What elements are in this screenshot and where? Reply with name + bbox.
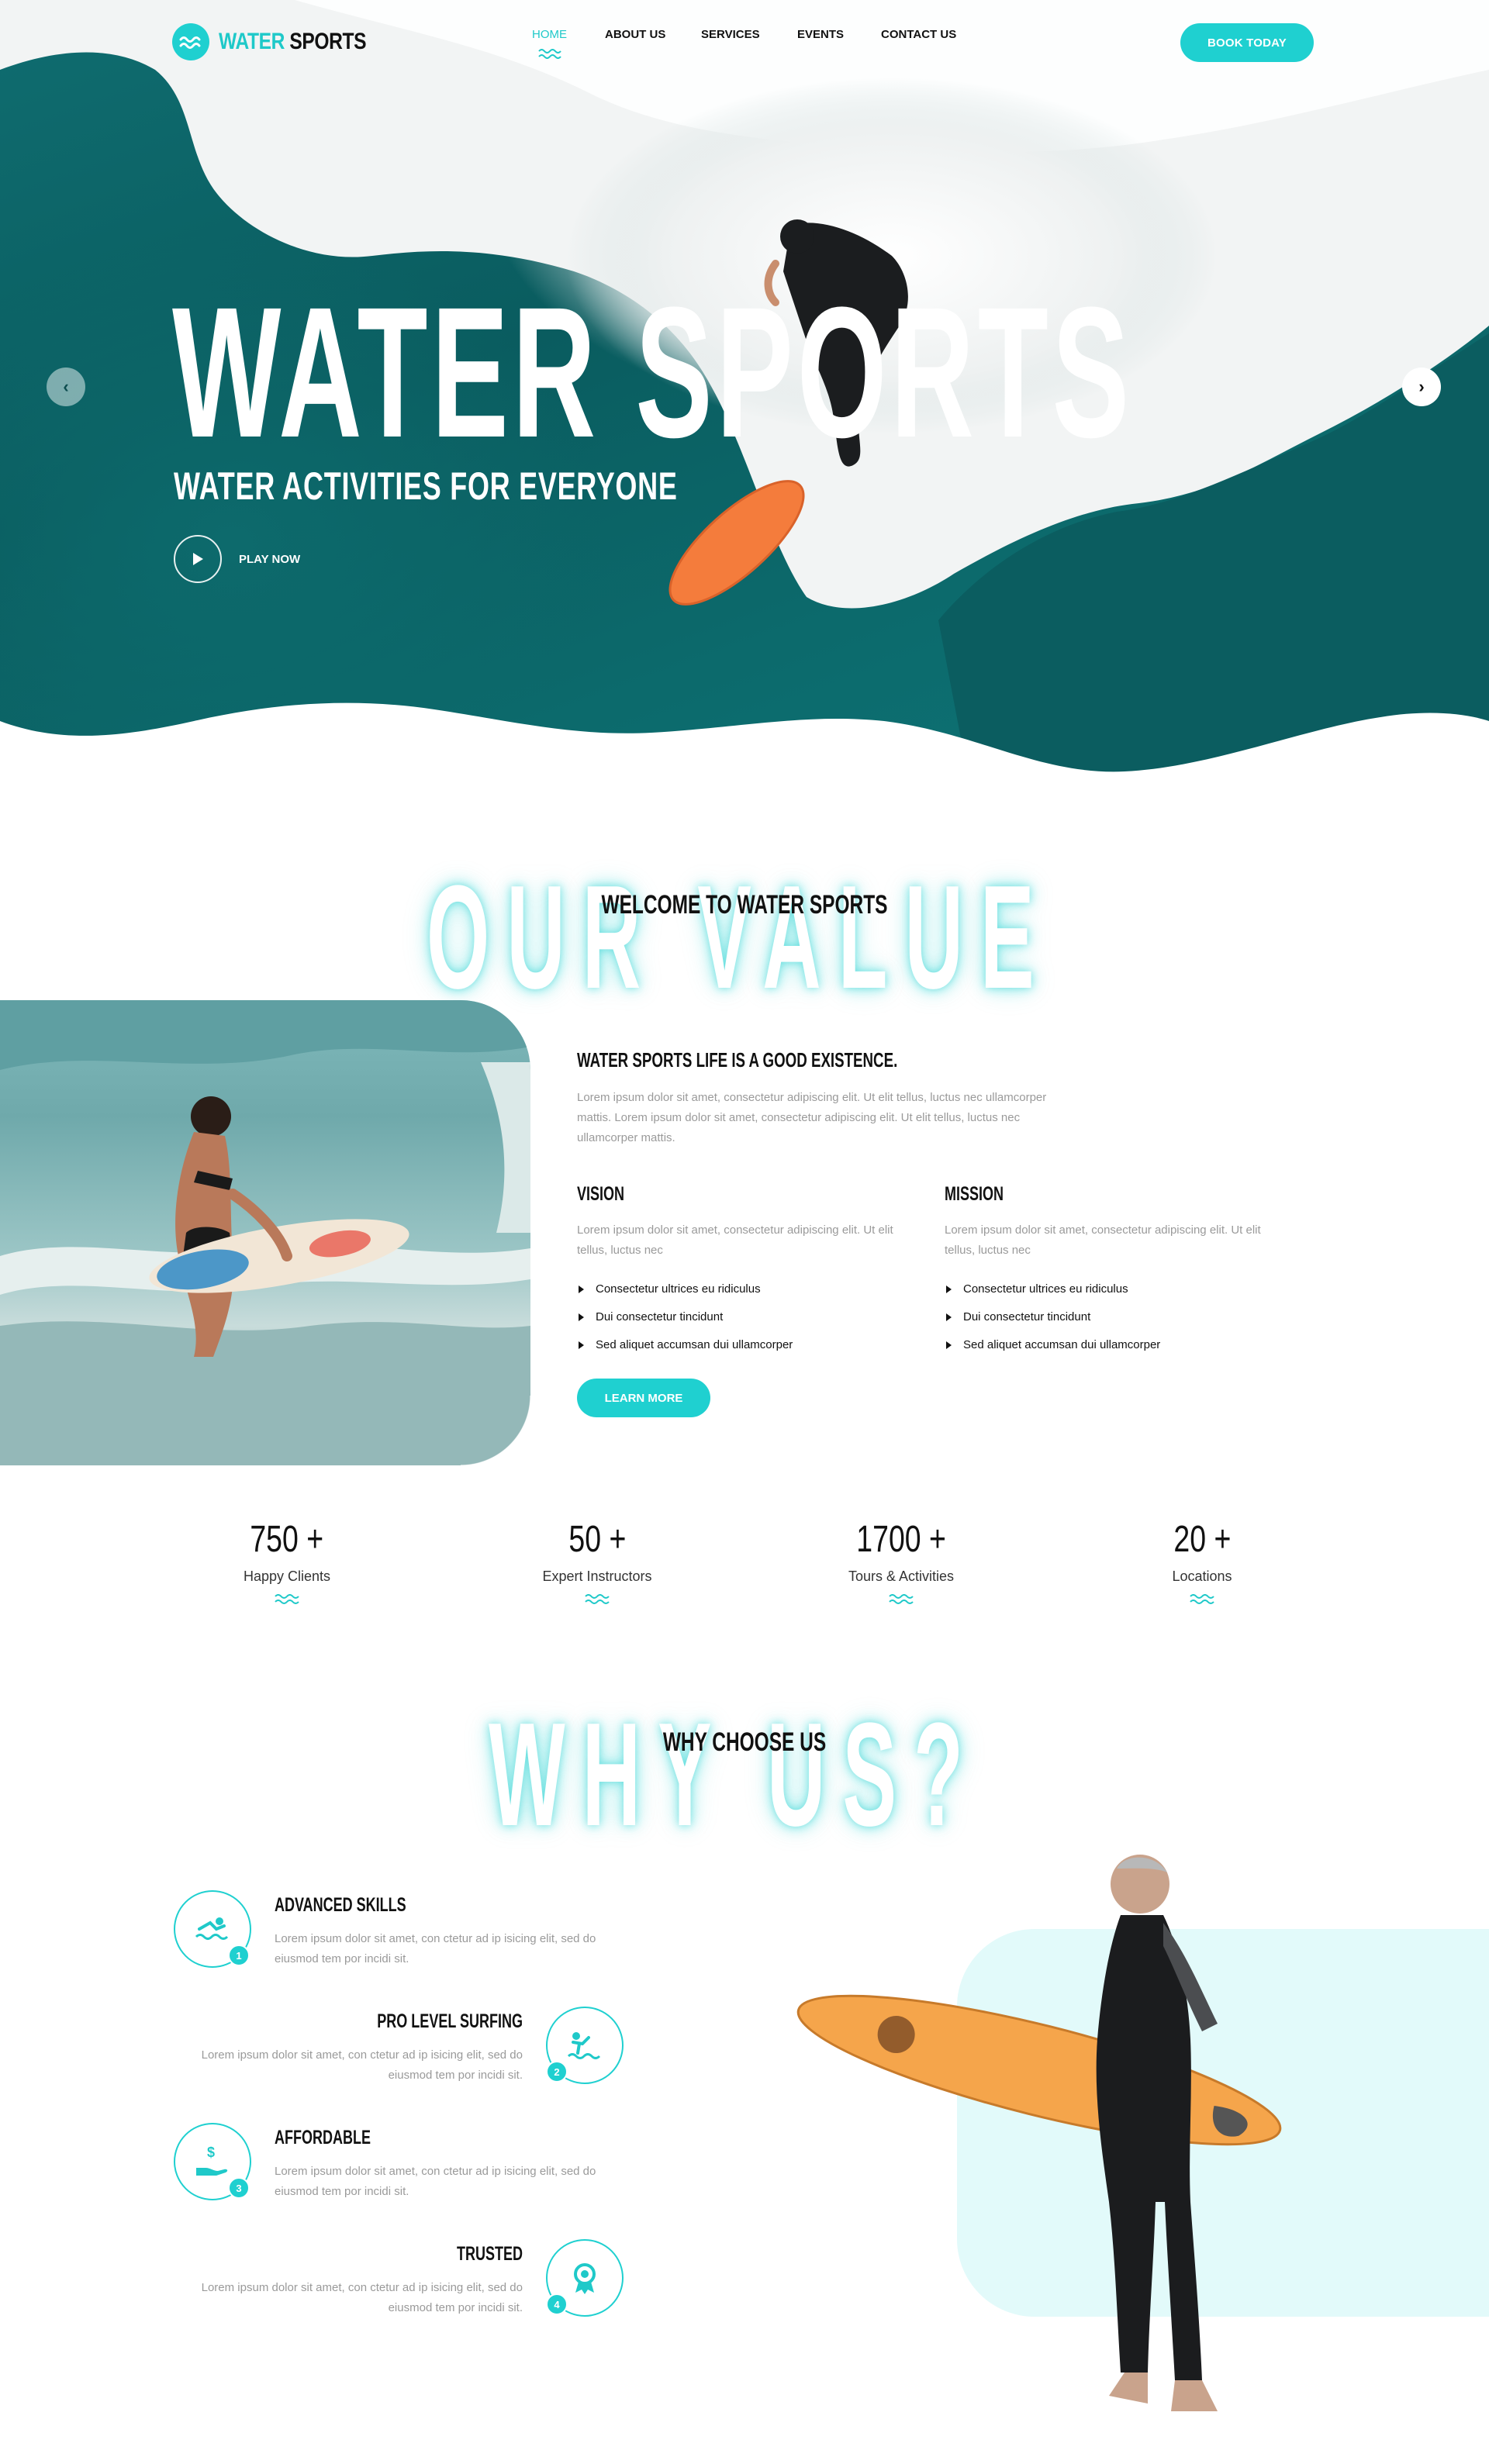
stat-label: Locations [1172, 1568, 1232, 1584]
wave-icon [1190, 1594, 1214, 1604]
nav-item-about-us[interactable]: ABOUT US [605, 28, 665, 41]
nav-item-events[interactable]: EVENTS [797, 28, 844, 41]
stat-number: 750 + [250, 1519, 324, 1560]
active-wave-icon [538, 49, 561, 59]
about-heading: WATER SPORTS LIFE IS A GOOD EXISTENCE. [577, 1048, 898, 1072]
book-today-button[interactable]: BOOK TODAY [1180, 23, 1314, 62]
feature-title: ADVANCED SKILLS [275, 1894, 406, 1916]
wave-icon [889, 1594, 914, 1604]
waves-logo-icon [172, 23, 209, 60]
welcome-title: WELCOME TO WATER SPORTS [601, 890, 888, 920]
stat-label: Expert Instructors [542, 1568, 652, 1584]
feature-text: Lorem ipsum dolor sit amet, con ctetur a… [275, 2165, 596, 2198]
nav-item-services[interactable]: SERVICES [701, 28, 760, 41]
stat-expert-instructors: 50 + Expert Instructors [496, 1518, 698, 1605]
list-item: Sed aliquet accumsan dui ullamcorper [577, 1331, 793, 1359]
slider-prev-button[interactable]: ‹ [47, 368, 85, 406]
nav-item-home-label: HOME [532, 28, 567, 41]
main-navigation: WATER SPORTS HOME ABOUT US SERVICES EVEN… [0, 0, 1489, 85]
feature-text: Lorem ipsum dolor sit amet, con ctetur a… [201, 2281, 523, 2314]
brand-name-dark: SPORTS [289, 29, 367, 54]
chevron-right-icon: › [1418, 377, 1425, 396]
why-choose-us-title: WHY CHOOSE US [662, 1727, 827, 1757]
feature-text: Lorem ipsum dolor sit amet, con ctetur a… [275, 1932, 596, 1965]
svg-text:$: $ [207, 2145, 215, 2160]
stat-number: 50 + [568, 1519, 626, 1560]
mission-title: MISSION [945, 1183, 1004, 1205]
stat-label: Tours & Activities [848, 1568, 955, 1584]
surfer-with-board-photo [796, 1855, 1282, 2411]
play-now-button[interactable]: PLAY NOW [174, 535, 300, 583]
stat-number: 20 + [1173, 1519, 1231, 1560]
photo-corner [461, 1396, 530, 1465]
brand-name-accent: WATER [219, 29, 285, 54]
vision-list: Consectetur ultrices eu ridiculus Dui co… [577, 1275, 793, 1359]
list-item: Dui consectetur tincidunt [945, 1303, 1160, 1331]
surfer-girl-photo [0, 1000, 530, 1465]
vision-text: Lorem ipsum dolor sit amet, consectetur … [577, 1223, 893, 1257]
play-now-label: PLAY NOW [239, 552, 301, 566]
play-icon [174, 535, 222, 583]
about-paragraph: Lorem ipsum dolor sit amet, consectetur … [577, 1091, 1047, 1144]
hero-section: WATER SPORTS HOME ABOUT US SERVICES EVEN… [0, 0, 1489, 783]
feature-title: AFFORDABLE [275, 2127, 371, 2148]
stat-tours-activities: 1700 + Tours & Activities [800, 1518, 1002, 1605]
brand-logo[interactable]: WATER SPORTS [172, 23, 399, 60]
chevron-left-icon: ‹ [63, 377, 69, 396]
our-value-ghost-text: OUR VALUE [427, 855, 1052, 1020]
feature-badge: 3 [228, 2177, 250, 2199]
wave-icon [585, 1594, 610, 1604]
vision-title: VISION [577, 1183, 625, 1205]
feature-title: PRO LEVEL SURFING [377, 2010, 523, 2032]
feature-badge: 2 [546, 2061, 568, 2083]
stat-number: 1700 + [856, 1519, 946, 1560]
list-item: Dui consectetur tincidunt [577, 1303, 793, 1331]
hero-subtitle: WATER ACTIVITIES FOR EVERYONE [174, 464, 678, 508]
list-item: Sed aliquet accumsan dui ullamcorper [945, 1331, 1160, 1359]
brand-name: WATER SPORTS [219, 29, 366, 55]
list-item: Consectetur ultrices eu ridiculus [577, 1275, 793, 1303]
learn-more-button[interactable]: LEARN MORE [577, 1379, 710, 1417]
why-us-ghost-text: WHY US? [489, 1693, 980, 1857]
hero-title: WATER SPORTS [172, 268, 1133, 476]
feature-text: Lorem ipsum dolor sit amet, con ctetur a… [201, 2048, 523, 2082]
stat-happy-clients: 750 + Happy Clients [186, 1518, 388, 1605]
stat-locations: 20 + Locations [1101, 1518, 1303, 1605]
nav-item-home[interactable]: HOME [532, 28, 567, 59]
feature-title: TRUSTED [456, 2243, 523, 2265]
nav-item-contact-us[interactable]: CONTACT US [881, 28, 956, 41]
list-item: Consectetur ultrices eu ridiculus [945, 1275, 1160, 1303]
slider-next-button[interactable]: › [1402, 368, 1441, 406]
stat-label: Happy Clients [243, 1568, 331, 1584]
wave-icon [275, 1594, 299, 1604]
feature-badge: 4 [546, 2293, 568, 2315]
mission-list: Consectetur ultrices eu ridiculus Dui co… [945, 1275, 1160, 1359]
mission-text: Lorem ipsum dolor sit amet, consectetur … [945, 1223, 1261, 1257]
feature-badge: 1 [228, 1945, 250, 1966]
